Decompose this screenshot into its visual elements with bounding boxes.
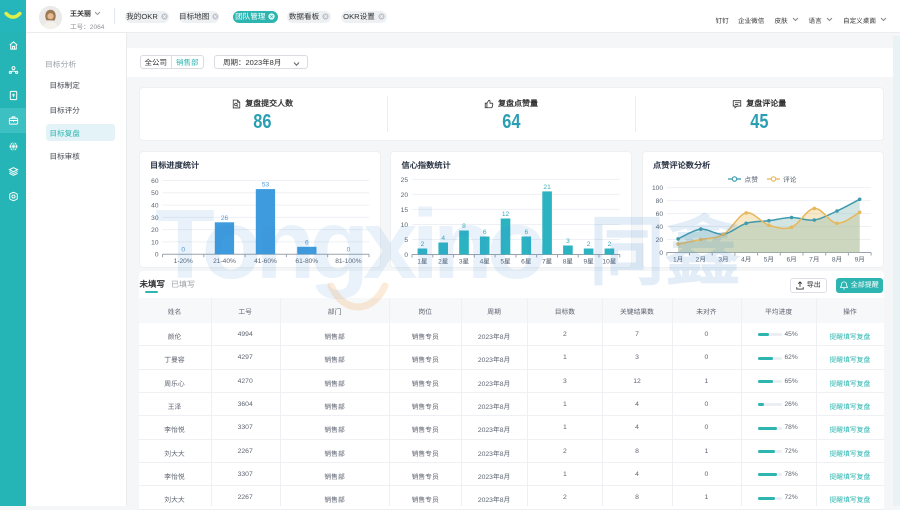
svg-text:21-40%: 21-40% bbox=[213, 258, 236, 265]
svg-text:6: 6 bbox=[304, 239, 308, 246]
svg-text:2: 2 bbox=[587, 241, 591, 248]
svg-text:41-60%: 41-60% bbox=[254, 258, 277, 265]
svg-text:8: 8 bbox=[462, 223, 466, 230]
svg-text:40: 40 bbox=[151, 203, 159, 210]
svg-text:2: 2 bbox=[608, 241, 612, 248]
svg-text:6: 6 bbox=[524, 229, 528, 236]
svg-text:0: 0 bbox=[181, 247, 185, 254]
svg-text:25: 25 bbox=[401, 177, 409, 184]
svg-text:6星: 6星 bbox=[521, 258, 532, 266]
svg-text:5: 5 bbox=[404, 237, 408, 244]
svg-text:6月: 6月 bbox=[786, 256, 796, 264]
svg-text:7星: 7星 bbox=[542, 258, 553, 266]
svg-text:21: 21 bbox=[543, 184, 551, 191]
svg-text:0: 0 bbox=[346, 247, 350, 254]
svg-text:80: 80 bbox=[655, 198, 663, 205]
svg-text:0: 0 bbox=[154, 252, 158, 259]
svg-text:20: 20 bbox=[401, 192, 409, 199]
svg-text:30: 30 bbox=[151, 215, 159, 222]
svg-text:1-20%: 1-20% bbox=[173, 258, 192, 265]
svg-text:0: 0 bbox=[659, 250, 663, 257]
svg-text:20: 20 bbox=[151, 227, 159, 234]
svg-text:100: 100 bbox=[651, 185, 662, 192]
svg-text:1星: 1星 bbox=[417, 258, 428, 266]
svg-text:50: 50 bbox=[151, 190, 159, 197]
svg-text:5月: 5月 bbox=[763, 256, 773, 264]
svg-text:61-80%: 61-80% bbox=[295, 258, 318, 265]
svg-text:2月: 2月 bbox=[695, 256, 705, 264]
svg-text:2: 2 bbox=[421, 241, 425, 248]
svg-text:12: 12 bbox=[502, 211, 510, 218]
svg-text:10: 10 bbox=[401, 222, 409, 229]
svg-text:26: 26 bbox=[220, 215, 228, 222]
svg-text:8月: 8月 bbox=[831, 256, 841, 264]
svg-text:40: 40 bbox=[655, 224, 663, 231]
svg-text:7月: 7月 bbox=[809, 256, 819, 264]
svg-text:4星: 4星 bbox=[480, 258, 491, 266]
svg-text:6: 6 bbox=[483, 229, 487, 236]
svg-text:10星: 10星 bbox=[602, 258, 616, 266]
svg-text:15: 15 bbox=[401, 207, 409, 214]
svg-text:3星: 3星 bbox=[459, 258, 470, 266]
svg-text:2星: 2星 bbox=[438, 258, 449, 266]
svg-text:60: 60 bbox=[655, 211, 663, 218]
svg-text:4月: 4月 bbox=[741, 256, 751, 264]
svg-text:4: 4 bbox=[441, 235, 445, 242]
svg-text:9星: 9星 bbox=[583, 258, 594, 266]
svg-text:53: 53 bbox=[261, 182, 269, 189]
svg-text:20: 20 bbox=[655, 237, 663, 244]
svg-text:5星: 5星 bbox=[500, 258, 511, 266]
svg-text:8星: 8星 bbox=[563, 258, 574, 266]
svg-text:60: 60 bbox=[151, 178, 159, 185]
svg-text:81-100%: 81-100% bbox=[335, 258, 362, 265]
svg-text:3月: 3月 bbox=[718, 256, 728, 264]
svg-text:0: 0 bbox=[404, 252, 408, 259]
svg-text:10: 10 bbox=[151, 239, 159, 246]
svg-text:3: 3 bbox=[566, 238, 570, 245]
svg-text:1月: 1月 bbox=[672, 256, 682, 264]
svg-text:9月: 9月 bbox=[854, 256, 864, 264]
